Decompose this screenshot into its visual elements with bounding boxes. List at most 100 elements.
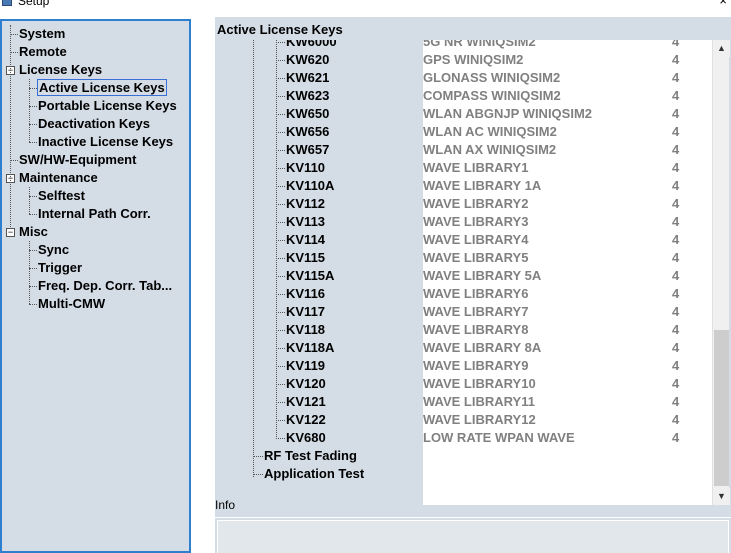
license-key-row[interactable]: KW620 GPS WINIQSIM2 4: [217, 51, 712, 69]
tree-connector: [276, 60, 285, 61]
scroll-thumb[interactable]: [714, 330, 729, 486]
vertical-scrollbar[interactable]: ▲ ▼: [712, 40, 730, 505]
license-key-row[interactable]: KV118A WAVE LIBRARY 8A 4: [217, 339, 712, 357]
key-description: LOW RATE WPAN WAVE: [423, 430, 575, 445]
section-label: RF Test Fading: [264, 448, 357, 463]
nav-item-sw-hw-equipment[interactable]: SW/HW-Equipment: [19, 151, 136, 169]
tree-connector: [276, 114, 285, 115]
nav-item-inactive-license-keys[interactable]: Inactive License Keys: [38, 133, 173, 151]
tree-connector: [276, 312, 285, 313]
nav-item-label: Maintenance: [19, 170, 98, 185]
license-key-row[interactable]: KV114 WAVE LIBRARY4 4: [217, 231, 712, 249]
title-bar: Setup ×: [0, 0, 731, 17]
key-count: 4: [672, 106, 680, 121]
key-description: GPS WINIQSIM2: [423, 52, 524, 67]
nav-item-selftest[interactable]: Selftest: [38, 187, 85, 205]
key-count: 4: [672, 88, 680, 103]
key-description: WAVE LIBRARY11: [423, 394, 535, 409]
info-box: [215, 517, 731, 553]
nav-item-label: Multi-CMW: [38, 296, 106, 311]
key-count: 4: [672, 52, 680, 67]
license-key-row[interactable]: KW623 COMPASS WINIQSIM2 4: [217, 87, 712, 105]
nav-item-portable-license-keys[interactable]: Portable License Keys: [38, 97, 177, 115]
tree-connector: [254, 456, 263, 457]
nav-item-trigger[interactable]: Trigger: [38, 259, 82, 277]
splitter[interactable]: [191, 19, 215, 553]
scroll-up-icon[interactable]: ▲: [713, 40, 730, 57]
tree-connector: [29, 214, 37, 215]
license-key-row[interactable]: KV110A WAVE LIBRARY 1A 4: [217, 177, 712, 195]
info-content: [217, 520, 729, 553]
collapse-icon[interactable]: −: [6, 228, 15, 237]
tree-connector: [29, 286, 37, 287]
key-count: 4: [672, 376, 680, 391]
nav-item-maintenance[interactable]: Maintenance: [19, 169, 98, 187]
license-key-row[interactable]: KV120 WAVE LIBRARY10 4: [217, 375, 712, 393]
tree-section-item[interactable]: Application Test: [254, 465, 365, 483]
license-key-list: KW6000 5G NR WINIQSIM2 4 KW620 GPS WINIQSIM2…: [217, 40, 712, 505]
nav-item-freq-dep-corr-tab[interactable]: Freq. Dep. Corr. Tab...: [38, 277, 172, 295]
key-code: KV117: [286, 304, 326, 319]
tree-connector: [276, 78, 285, 79]
tree-connector: [276, 276, 285, 277]
key-count: 4: [672, 430, 680, 445]
nav-item-misc[interactable]: Misc: [19, 223, 48, 241]
scroll-down-icon[interactable]: ▼: [713, 488, 730, 505]
key-count: 4: [672, 124, 680, 139]
license-key-row[interactable]: KV121 WAVE LIBRARY11 4: [217, 393, 712, 411]
license-key-row[interactable]: KV680 LOW RATE WPAN WAVE 4: [217, 429, 712, 447]
license-key-row[interactable]: KV118 WAVE LIBRARY8 4: [217, 321, 712, 339]
window-title: Setup: [18, 0, 50, 8]
license-key-row[interactable]: KV115 WAVE LIBRARY5 4: [217, 249, 712, 267]
license-key-row[interactable]: KV113 WAVE LIBRARY3 4: [217, 213, 712, 231]
nav-item-active-license-keys[interactable]: Active License Keys: [37, 79, 167, 97]
license-key-row[interactable]: KV119 WAVE LIBRARY9 4: [217, 357, 712, 375]
nav-item-system[interactable]: System: [19, 25, 65, 43]
tree-connector: [29, 142, 37, 143]
license-key-row[interactable]: KV117 WAVE LIBRARY7 4: [217, 303, 712, 321]
license-key-row[interactable]: KV122 WAVE LIBRARY12 4: [217, 411, 712, 429]
license-key-row[interactable]: KV110 WAVE LIBRARY1 4: [217, 159, 712, 177]
nav-item-label: Selftest: [38, 188, 85, 203]
license-key-row[interactable]: KW6000 5G NR WINIQSIM2 4: [217, 40, 712, 51]
tree-section-item[interactable]: RF Test Fading: [254, 447, 357, 465]
license-key-row[interactable]: KV116 WAVE LIBRARY6 4: [217, 285, 712, 303]
key-code: KW623: [286, 88, 330, 103]
nav-item-remote[interactable]: Remote: [19, 43, 67, 61]
key-count: 4: [672, 70, 680, 85]
key-count: 4: [672, 196, 680, 211]
license-key-row[interactable]: KW657 WLAN AX WINIQSIM2 4: [217, 141, 712, 159]
nav-item-label: Sync: [38, 242, 70, 257]
key-count: 4: [672, 412, 680, 427]
key-count: 4: [672, 232, 680, 247]
key-count: 4: [672, 268, 680, 283]
key-description: WAVE LIBRARY7: [423, 304, 529, 319]
license-key-row[interactable]: KV115A WAVE LIBRARY 5A 4: [217, 267, 712, 285]
key-count: 4: [672, 358, 680, 373]
nav-item-label: Deactivation Keys: [38, 116, 150, 131]
nav-item-sync[interactable]: Sync: [38, 241, 69, 259]
key-count: 4: [672, 250, 680, 265]
tree-connector: [29, 268, 37, 269]
license-key-row[interactable]: KW656 WLAN AC WINIQSIM2 4: [217, 123, 712, 141]
tree-connector: [29, 250, 37, 251]
key-code: KV118: [286, 322, 326, 337]
nav-item-internal-path-corr[interactable]: Internal Path Corr.: [38, 205, 151, 223]
license-key-row[interactable]: KV112 WAVE LIBRARY2 4: [217, 195, 712, 213]
close-icon[interactable]: ×: [719, 0, 727, 8]
license-key-row[interactable]: KW621 GLONASS WINIQSIM2 4: [217, 69, 712, 87]
key-code: KV110A: [286, 178, 335, 193]
key-description: WAVE LIBRARY 5A: [423, 268, 542, 283]
key-count: 4: [672, 142, 680, 157]
nav-item-multi-cmw[interactable]: Multi-CMW: [38, 295, 105, 313]
key-code: KW650: [286, 106, 330, 121]
nav-item-license-keys[interactable]: License Keys: [19, 61, 102, 79]
nav-item-label: Trigger: [38, 260, 83, 275]
license-key-row[interactable]: KW650 WLAN ABGNJP WINIQSIM2 4: [217, 105, 712, 123]
key-description: WAVE LIBRARY6: [423, 286, 529, 301]
nav-item-label: Remote: [19, 44, 67, 59]
section-label: Application Test: [264, 466, 365, 481]
key-code: KV115: [286, 250, 326, 265]
nav-item-deactivation-keys[interactable]: Deactivation Keys: [38, 115, 150, 133]
tree-connector: [276, 240, 285, 241]
